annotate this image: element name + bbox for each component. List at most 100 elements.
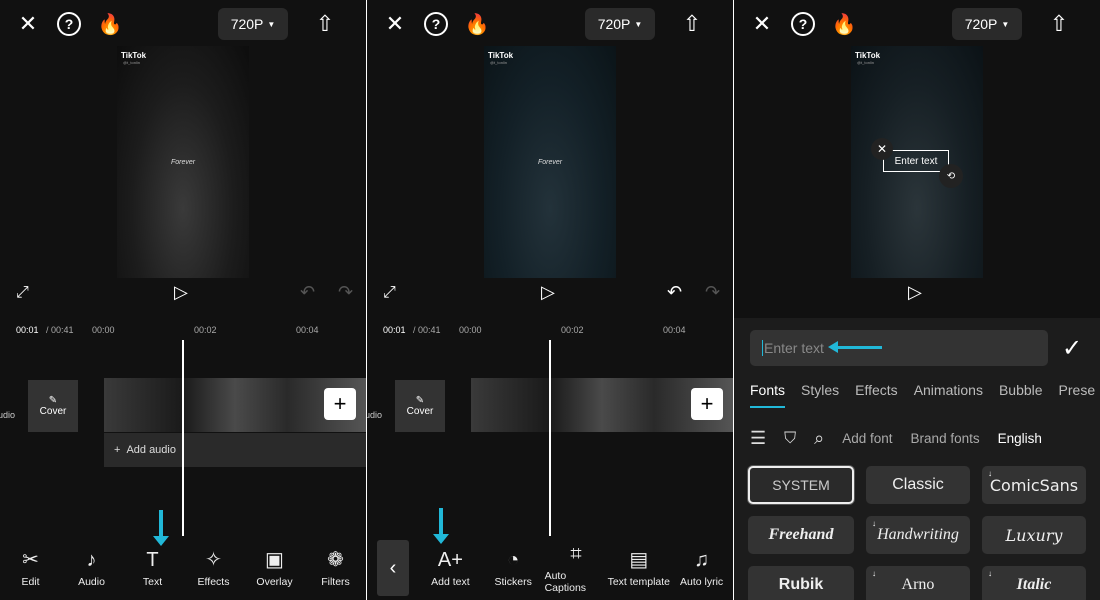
video-preview[interactable]: TikTok @t_tonlin Forever [117, 46, 249, 278]
filter-icon[interactable]: ☰ [750, 428, 766, 449]
undo-icon[interactable]: ↶ [300, 282, 315, 303]
editor-screen-text-input: ✕ ? 🔥 720P ▼ ⇧ TikTok @t_tonlin Enter tex… [734, 0, 1100, 600]
help-icon[interactable]: ? [424, 12, 448, 36]
caret-down-icon: ▼ [1001, 19, 1010, 29]
time-ruler: 00:01 / 00:41 00:00 00:02 00:04 [0, 320, 366, 340]
video-preview[interactable]: TikTok @t_tonlin Enter text ✕ ⟲ [851, 46, 983, 278]
close-icon[interactable]: ✕ [383, 11, 407, 36]
tool-add-text[interactable]: A+ Add text [419, 536, 482, 600]
add-clip-button[interactable]: + [324, 388, 356, 420]
tool-label: Overlay [256, 576, 293, 588]
tab-effects[interactable]: Effects [855, 382, 898, 408]
font-option-classic[interactable]: Classic [866, 466, 970, 504]
cover-label: Cover [406, 406, 434, 417]
tool-effects[interactable]: ✧ Effects [183, 536, 244, 600]
close-icon[interactable]: ✕ [871, 138, 893, 160]
download-icon: ↓ [988, 569, 992, 578]
cover-button[interactable]: ✎ Cover [395, 380, 445, 432]
resolution-button[interactable]: 720P ▼ [218, 8, 288, 40]
play-icon[interactable]: ▷ [174, 282, 188, 303]
tiktok-watermark: TikTok [855, 51, 881, 60]
close-icon[interactable]: ✕ [16, 11, 40, 36]
tool-filters[interactable]: ❁ Filters [305, 536, 366, 600]
tool-label: Add text [431, 576, 470, 588]
font-option-arno[interactable]: Arno ↓ [866, 566, 970, 600]
tab-prese[interactable]: Prese [1059, 382, 1096, 408]
font-option-luxury[interactable]: Luxury [982, 516, 1086, 554]
tool-text-template[interactable]: ▤ Text template [607, 536, 670, 600]
tool-auto-lyric[interactable]: ♫ Auto lyric [670, 536, 733, 600]
close-icon[interactable]: ✕ [750, 11, 774, 36]
video-preview[interactable]: TikTok @t_tonlin Forever [484, 46, 616, 278]
back-button[interactable]: ‹ [377, 540, 409, 596]
font-option-rubik[interactable]: Rubik [748, 566, 854, 600]
font-option-comicsans[interactable]: ComicSans ↓ [982, 466, 1086, 504]
cover-button[interactable]: ✎ Cover [28, 380, 78, 432]
export-icon[interactable]: ⇧ [313, 10, 337, 38]
tool-stickers[interactable]: ◔ Stickers [482, 536, 545, 600]
font-option-italic[interactable]: Italic ↓ [982, 566, 1086, 600]
timeline-track[interactable]: udio ✎ Cover + [367, 340, 733, 536]
undo-icon[interactable]: ↶ [667, 282, 682, 303]
search-icon[interactable]: ⌕ [814, 428, 824, 449]
text-input-field[interactable]: Enter text [750, 330, 1048, 366]
auto-lyric-icon: ♫ [694, 549, 710, 571]
playhead[interactable] [549, 340, 551, 536]
timeline-track[interactable]: udio ✎ Cover + + Add audio [0, 340, 366, 536]
tab-animations[interactable]: Animations [914, 382, 983, 408]
tool-auto-captions[interactable]: ⌗ Auto Captions [545, 536, 608, 600]
tool-label: Text template [607, 576, 671, 588]
language-selector[interactable]: English [998, 431, 1042, 446]
text-overlay-box[interactable]: Enter text [883, 150, 949, 172]
play-icon[interactable]: ▷ [541, 282, 555, 303]
text-toolbar: A+ Add text ◔ Stickers ⌗ Auto Captions ▤ Text t… [367, 536, 733, 600]
tool-overlay[interactable]: ▣ Overlay [244, 536, 305, 600]
tool-audio[interactable]: ♪ Audio [61, 536, 122, 600]
font-option-label: ComicSans [989, 475, 1079, 495]
tool-label: Auto Captions [544, 570, 587, 594]
redo-icon[interactable]: ↷ [705, 282, 720, 303]
export-icon[interactable]: ⇧ [1047, 10, 1071, 38]
add-audio-label: Add audio [126, 444, 176, 456]
help-icon[interactable]: ? [791, 12, 815, 36]
current-time: 00:01 [16, 325, 39, 335]
add-clip-button[interactable]: + [691, 388, 723, 420]
pencil-icon: ✎ [415, 395, 425, 406]
lyric-text: Forever [170, 159, 196, 166]
playhead[interactable] [182, 340, 184, 536]
fullscreen-icon[interactable]: ⤢ [16, 284, 29, 302]
tab-bubble[interactable]: Bubble [999, 382, 1043, 408]
font-option-label: Classic [892, 476, 944, 493]
pointer-arrow [828, 341, 882, 353]
edit-icon: ✂ [22, 549, 39, 571]
caret-down-icon: ▼ [267, 19, 276, 29]
brand-fonts-link[interactable]: Brand fonts [911, 431, 980, 446]
confirm-check-icon[interactable]: ✓ [1062, 334, 1082, 363]
export-icon[interactable]: ⇧ [680, 10, 704, 38]
add-audio-button[interactable]: + Add audio [104, 433, 366, 467]
fire-icon[interactable]: 🔥 [465, 10, 490, 38]
total-time: / 00:41 [413, 325, 441, 335]
tab-fonts[interactable]: Fonts [750, 382, 786, 408]
add-font-link[interactable]: Add font [842, 431, 892, 446]
redo-icon[interactable]: ↷ [338, 282, 353, 303]
fullscreen-icon[interactable]: ⤢ [383, 284, 396, 302]
font-option-system[interactable]: SYSTEM [748, 466, 854, 504]
font-option-freehand[interactable]: Freehand [748, 516, 854, 554]
resolution-button[interactable]: 720P ▼ [585, 8, 655, 40]
font-shield-icon[interactable]: ⛉ [784, 430, 796, 448]
fire-icon[interactable]: 🔥 [98, 10, 123, 38]
resolution-button[interactable]: 720P ▼ [952, 8, 1022, 40]
tool-text[interactable]: T Text [122, 536, 183, 600]
play-icon[interactable]: ▷ [908, 282, 922, 303]
font-option-label: Rubik [778, 576, 824, 593]
auto-captions-icon: ⌗ [570, 543, 582, 565]
tab-styles[interactable]: Styles [801, 382, 839, 408]
tick-label: 00:00 [459, 325, 482, 335]
rotate-icon[interactable]: ⟲ [939, 164, 963, 188]
tool-edit[interactable]: ✂ Edit [0, 536, 61, 600]
text-template-icon: ▤ [629, 549, 649, 571]
help-icon[interactable]: ? [57, 12, 81, 36]
fire-icon[interactable]: 🔥 [832, 10, 857, 38]
font-option-handwriting[interactable]: Handwriting ↓ [866, 516, 970, 554]
